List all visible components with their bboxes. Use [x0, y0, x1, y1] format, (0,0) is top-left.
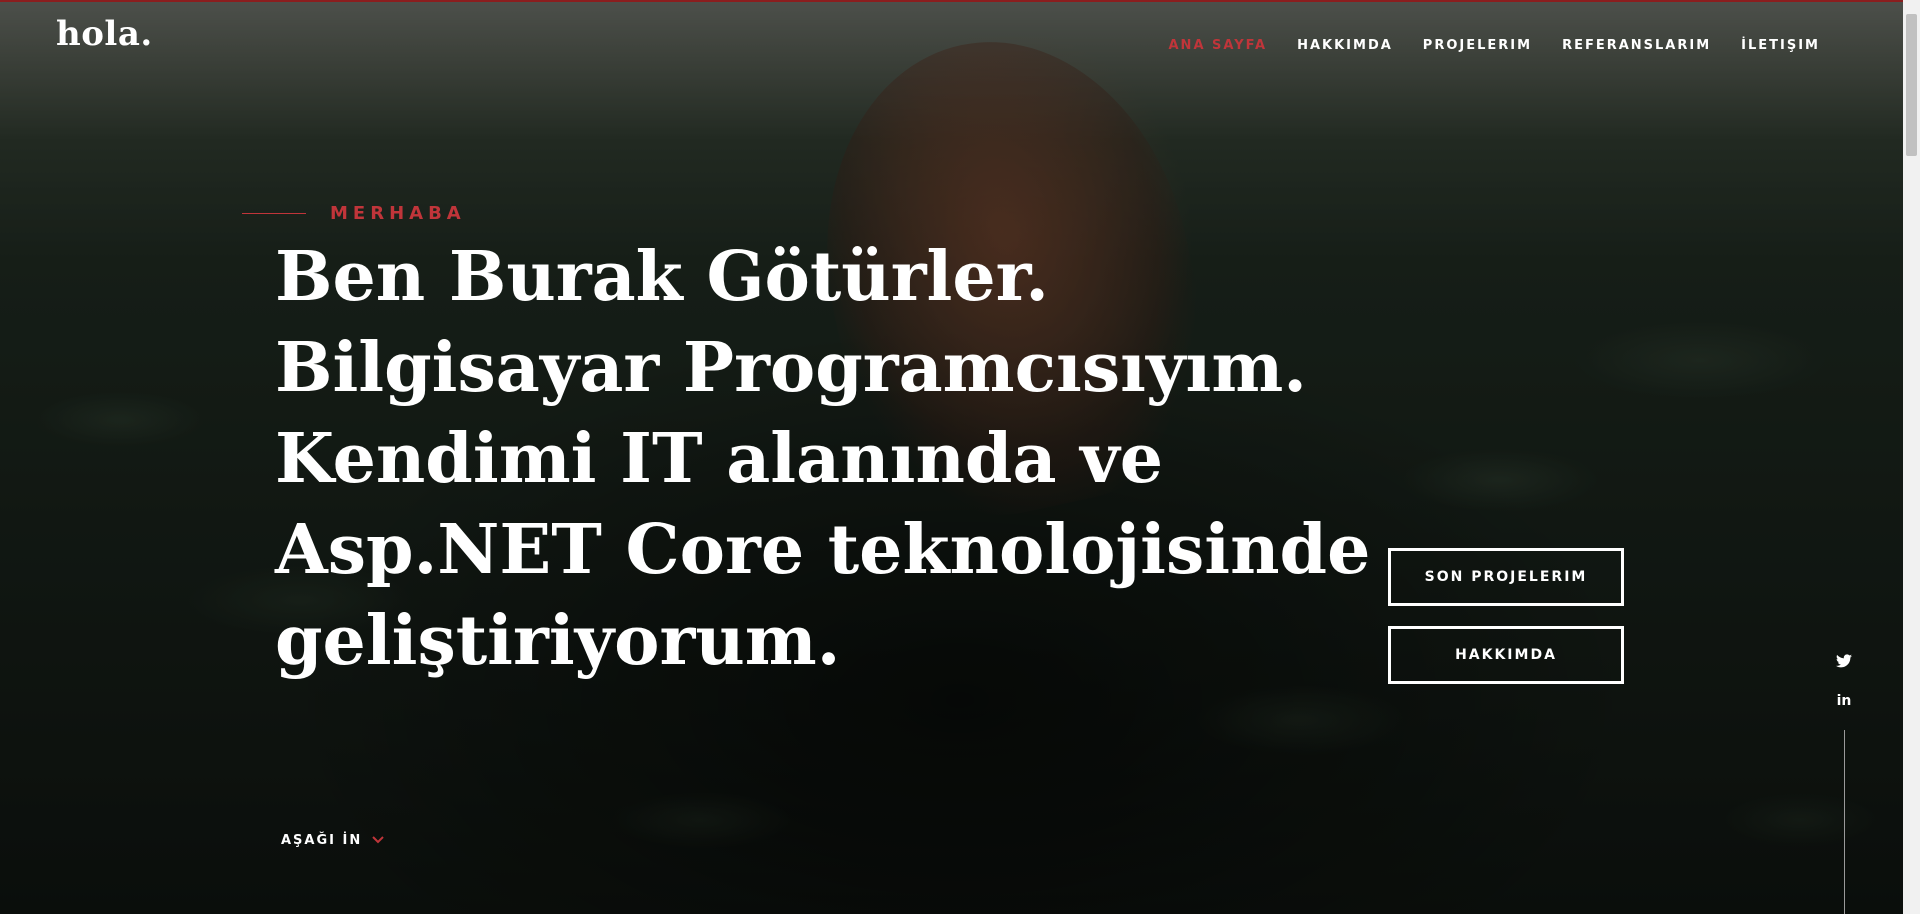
- headline-line: Kendimi IT alanında ve: [275, 419, 1163, 499]
- scroll-down-link[interactable]: AŞAĞI İN: [281, 832, 384, 848]
- social-links: in: [1835, 652, 1853, 710]
- nav-item-referanslarim[interactable]: REFERANSLARIM: [1562, 38, 1711, 53]
- pretitle-line: [242, 213, 306, 214]
- main-nav: ANA SAYFA HAKKIMDA PROJELERIM REFERANSLA…: [1169, 38, 1821, 53]
- scroll-down-label: AŞAĞI İN: [281, 832, 363, 848]
- headline-line: Asp.NET Core teknolojisinde: [275, 510, 1371, 590]
- site-logo[interactable]: hola.: [56, 14, 153, 54]
- page-scrollbar[interactable]: [1903, 0, 1920, 914]
- nav-item-projelerim[interactable]: PROJELERIM: [1423, 38, 1532, 53]
- scrollbar-thumb[interactable]: [1906, 14, 1917, 156]
- nav-item-hakkimda[interactable]: HAKKIMDA: [1297, 38, 1393, 53]
- top-accent-line: [0, 0, 1920, 2]
- headline-line: geliştiriyorum.: [275, 601, 841, 681]
- nav-item-ana-sayfa[interactable]: ANA SAYFA: [1169, 38, 1268, 53]
- social-divider-line: [1844, 730, 1845, 914]
- linkedin-glyph: in: [1836, 693, 1852, 709]
- headline-line: Bilgisayar Programcısıyım.: [275, 328, 1307, 408]
- linkedin-icon[interactable]: in: [1835, 692, 1853, 710]
- twitter-icon[interactable]: [1835, 652, 1853, 670]
- pretitle-text: MERHABA: [330, 203, 466, 224]
- page: hola. ANA SAYFA HAKKIMDA PROJELERIM REFE…: [0, 0, 1920, 914]
- hero-headline: Ben Burak Götürler. Bilgisayar Programcı…: [275, 232, 1375, 687]
- nav-item-iletisim[interactable]: İLETIŞIM: [1741, 38, 1820, 53]
- son-projelerim-button[interactable]: SON PROJELERIM: [1388, 548, 1624, 606]
- hero-pretitle: MERHABA: [242, 203, 466, 224]
- headline-line: Ben Burak Götürler.: [275, 237, 1049, 317]
- chevron-down-icon: [372, 832, 384, 848]
- hakkimda-button[interactable]: HAKKIMDA: [1388, 626, 1624, 684]
